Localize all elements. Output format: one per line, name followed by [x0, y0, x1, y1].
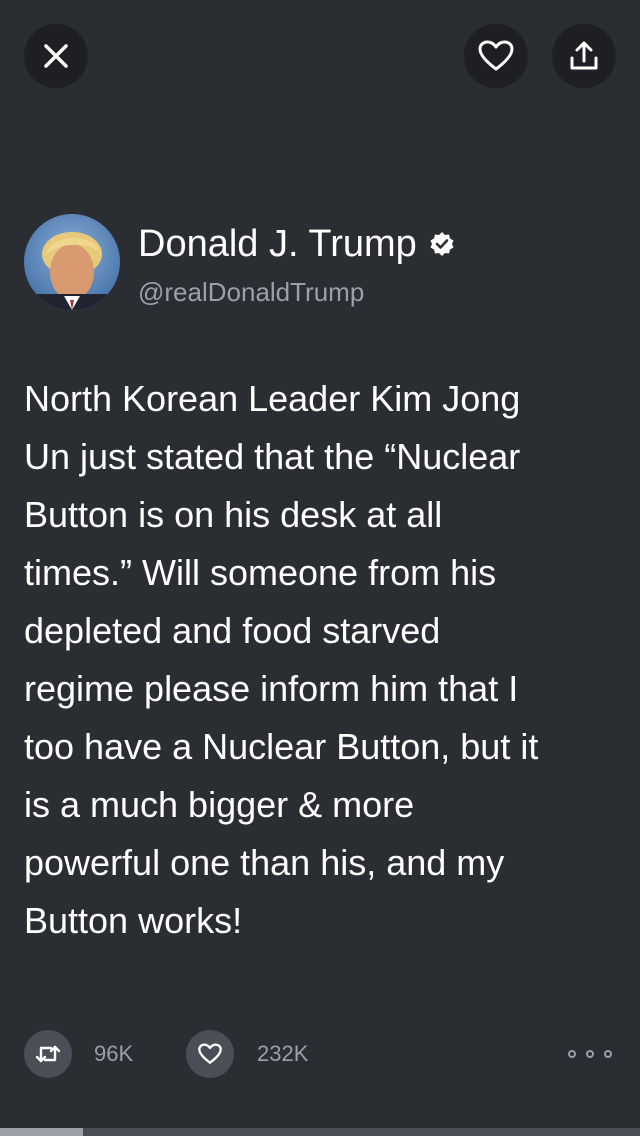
- author-name-text: Donald J. Trump: [138, 223, 417, 265]
- avatar-portrait: [34, 232, 110, 310]
- like-button-top[interactable]: [464, 24, 528, 88]
- like-count: 232K: [257, 1041, 309, 1066]
- retweet-icon: [35, 1045, 61, 1063]
- tweet-text: North Korean Leader Kim Jong Un just sta…: [24, 378, 539, 941]
- author-name[interactable]: Donald J. Trump: [138, 222, 455, 266]
- more-dot-icon: [604, 1050, 612, 1058]
- share-button[interactable]: [552, 24, 616, 88]
- share-upload-icon: [570, 41, 598, 70]
- more-dot-icon: [586, 1050, 594, 1058]
- author-handle[interactable]: @realDonaldTrump: [138, 276, 364, 308]
- avatar[interactable]: [24, 214, 120, 310]
- progress-bar: [0, 1128, 640, 1136]
- retweet-button[interactable]: [24, 1030, 72, 1078]
- more-dot-icon: [568, 1050, 576, 1058]
- heart-outline-icon: [478, 40, 514, 71]
- heart-icon: [198, 1043, 222, 1064]
- retweet-count: 96K: [94, 1041, 134, 1066]
- close-icon: [44, 44, 68, 68]
- like-button[interactable]: [186, 1030, 234, 1078]
- progress-bar-fill: [0, 1128, 84, 1136]
- close-button[interactable]: [24, 24, 88, 88]
- more-options-button[interactable]: [568, 1040, 612, 1068]
- verified-badge-icon: [430, 232, 454, 256]
